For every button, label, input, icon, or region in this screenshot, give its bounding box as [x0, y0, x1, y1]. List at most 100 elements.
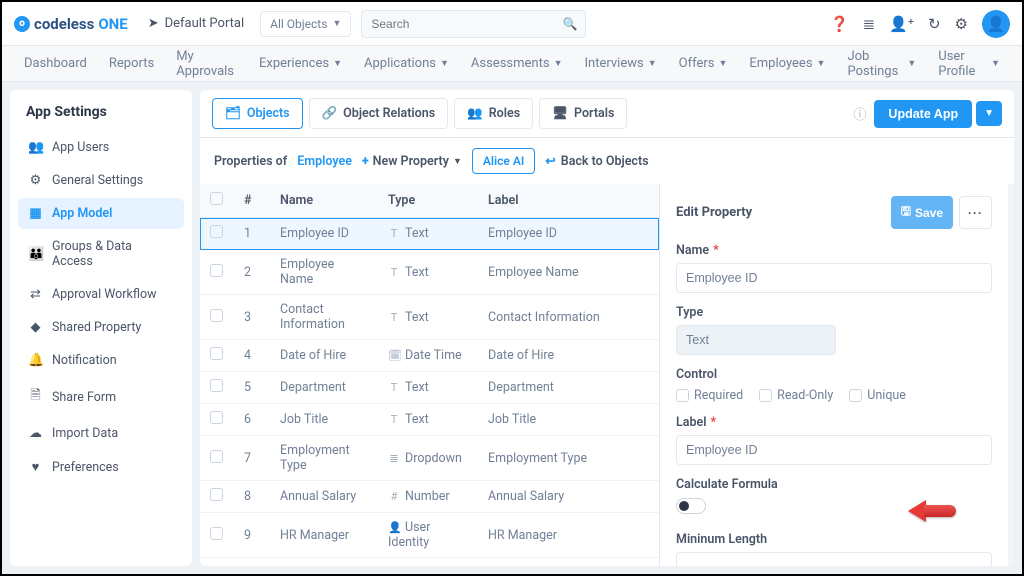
- user-avatar[interactable]: 👤: [982, 10, 1010, 38]
- alice-ai-button[interactable]: Alice AI: [472, 148, 535, 174]
- form-icon: 🗎: [28, 386, 43, 408]
- table-row[interactable]: 9HR Manager👤User IdentityHR Manager: [200, 513, 659, 558]
- nav-item-assessments[interactable]: Assessments▼: [471, 56, 563, 71]
- row-checkbox[interactable]: [210, 347, 223, 360]
- info-icon[interactable]: ⓘ: [853, 104, 866, 123]
- row-label: HR Manager: [478, 513, 659, 558]
- add-user-icon[interactable]: 👤⁺: [889, 15, 914, 33]
- col-name[interactable]: Name: [270, 184, 378, 218]
- caret-down-icon: ▼: [554, 58, 563, 69]
- type-T-icon: T: [388, 311, 400, 324]
- tab-relations-label: Object Relations: [343, 106, 435, 121]
- table-row[interactable]: 4Date of Hire🗓Date TimeDate of Hire: [200, 340, 659, 372]
- sidebar-item-app-users[interactable]: 👥App Users: [18, 132, 184, 163]
- nav-item-job-postings[interactable]: Job Postings▼: [847, 49, 916, 79]
- tab-roles[interactable]: 👥Roles: [454, 98, 533, 129]
- name-field[interactable]: [676, 263, 992, 293]
- table-row[interactable]: 7Employment Type≣DropdownEmployment Type: [200, 436, 659, 481]
- row-type: TText: [378, 295, 478, 340]
- row-type: TText: [378, 250, 478, 295]
- col-num[interactable]: #: [234, 184, 270, 218]
- nav-item-offers[interactable]: Offers▼: [679, 56, 728, 71]
- nav-item-applications[interactable]: Applications▼: [364, 56, 449, 71]
- more-actions-button[interactable]: ···: [959, 196, 992, 229]
- sidebar-item-import-data[interactable]: ☁Import Data: [18, 418, 184, 449]
- sidebar-item-shared-property[interactable]: ◆Shared Property: [18, 312, 184, 343]
- table-row[interactable]: 8Annual Salary#NumberAnnual Salary: [200, 481, 659, 513]
- min-length-field[interactable]: [676, 552, 992, 566]
- all-objects-dropdown[interactable]: All Objects ▼: [260, 11, 351, 37]
- settings-icon[interactable]: ⚙: [955, 15, 968, 33]
- row-checkbox[interactable]: [210, 309, 223, 322]
- row-name: Job Title: [270, 404, 378, 436]
- sidebar-item-preferences[interactable]: ♥Preferences: [18, 451, 184, 483]
- row-name: Resume: [270, 558, 378, 567]
- table-row[interactable]: 3Contact InformationTTextContact Informa…: [200, 295, 659, 340]
- nav-item-my-approvals[interactable]: My Approvals: [176, 49, 237, 79]
- type-T-icon: T: [388, 227, 400, 240]
- row-checkbox[interactable]: [210, 225, 223, 238]
- content-panel: 🗂Objects 🔗Object Relations 👥Roles 🖥Porta…: [200, 90, 1014, 566]
- row-checkbox[interactable]: [210, 527, 223, 540]
- all-objects-label: All Objects: [270, 17, 327, 31]
- sidebar-item-groups---data-access[interactable]: 👪Groups & Data Access: [18, 231, 184, 277]
- sidebar-item-notification[interactable]: 🔔Notification: [18, 345, 184, 376]
- search-input[interactable]: [361, 10, 585, 38]
- nav-item-experiences[interactable]: Experiences▼: [259, 56, 342, 71]
- back-to-objects-button[interactable]: ↩Back to Objects: [545, 153, 648, 169]
- table-row[interactable]: 6Job TitleTTextJob Title: [200, 404, 659, 436]
- sidebar-item-app-model[interactable]: ▦App Model: [18, 198, 184, 229]
- sidebar-item-share-form[interactable]: 🗎Share Form: [18, 378, 184, 416]
- stack-icon[interactable]: ≣: [863, 15, 876, 33]
- update-app-button[interactable]: Update App: [874, 100, 972, 128]
- row-name: Employee Name: [270, 250, 378, 295]
- col-type[interactable]: Type: [378, 184, 478, 218]
- sidebar-item-general-settings[interactable]: ⚙General Settings: [18, 165, 184, 196]
- default-portal-link[interactable]: ➤ Default Portal: [148, 16, 244, 31]
- nav-item-interviews[interactable]: Interviews▼: [584, 56, 656, 71]
- row-checkbox[interactable]: [210, 379, 223, 392]
- label-field[interactable]: [676, 435, 992, 465]
- col-label[interactable]: Label: [478, 184, 659, 218]
- row-checkbox[interactable]: [210, 488, 223, 501]
- unique-check[interactable]: Unique: [849, 388, 906, 403]
- table-row[interactable]: 2Employee NameTTextEmployee Name: [200, 250, 659, 295]
- entity-link[interactable]: Employee: [297, 154, 352, 169]
- nav-item-dashboard[interactable]: Dashboard: [24, 56, 87, 71]
- topbar: o codelessONE ➤ Default Portal All Objec…: [2, 2, 1022, 46]
- calculate-formula-toggle[interactable]: [676, 498, 706, 514]
- topbar-icons: ❓ ≣ 👤⁺ ↻ ⚙ 👤: [830, 10, 1010, 38]
- history-icon[interactable]: ↻: [928, 15, 941, 33]
- row-checkbox[interactable]: [210, 264, 223, 277]
- caret-down-icon: ▼: [453, 156, 462, 167]
- tab-objects[interactable]: 🗂Objects: [212, 98, 303, 129]
- nav-label: My Approvals: [176, 49, 237, 79]
- update-app-dropdown[interactable]: ▼: [976, 101, 1002, 126]
- table-row[interactable]: 1Employee IDTTextEmployee ID: [200, 218, 659, 250]
- tab-portals[interactable]: 🖥Portals: [539, 98, 627, 129]
- nav-item-user-profile[interactable]: User Profile▼: [938, 49, 1000, 79]
- tab-object-relations[interactable]: 🔗Object Relations: [309, 98, 449, 129]
- row-name: Date of Hire: [270, 340, 378, 372]
- row-checkbox[interactable]: [210, 411, 223, 424]
- help-icon[interactable]: ❓: [830, 15, 849, 33]
- portals-icon: 🖥: [552, 106, 568, 121]
- table-row[interactable]: 10Resume▤Rich ContentResume: [200, 558, 659, 567]
- select-all-checkbox[interactable]: [210, 192, 223, 205]
- nav-item-reports[interactable]: Reports: [109, 56, 154, 71]
- required-check[interactable]: Required: [676, 388, 743, 403]
- readonly-check[interactable]: Read-Only: [759, 388, 833, 403]
- row-checkbox[interactable]: [210, 450, 223, 463]
- row-label: Job Title: [478, 404, 659, 436]
- brand-logo[interactable]: o codelessONE: [14, 15, 128, 33]
- save-button[interactable]: 🖫Save: [891, 196, 953, 229]
- row-type: 🗓Date Time: [378, 340, 478, 372]
- tab-roles-label: Roles: [489, 106, 520, 121]
- search-icon[interactable]: 🔍: [563, 17, 578, 31]
- new-property-button[interactable]: +New Property▼: [362, 154, 462, 169]
- row-type: TText: [378, 218, 478, 250]
- sidebar-item-approval-workflow[interactable]: ⇄Approval Workflow: [18, 279, 184, 310]
- nav-item-employees[interactable]: Employees▼: [749, 56, 825, 71]
- table-row[interactable]: 5DepartmentTTextDepartment: [200, 372, 659, 404]
- panel-scrollbar[interactable]: [1008, 184, 1014, 566]
